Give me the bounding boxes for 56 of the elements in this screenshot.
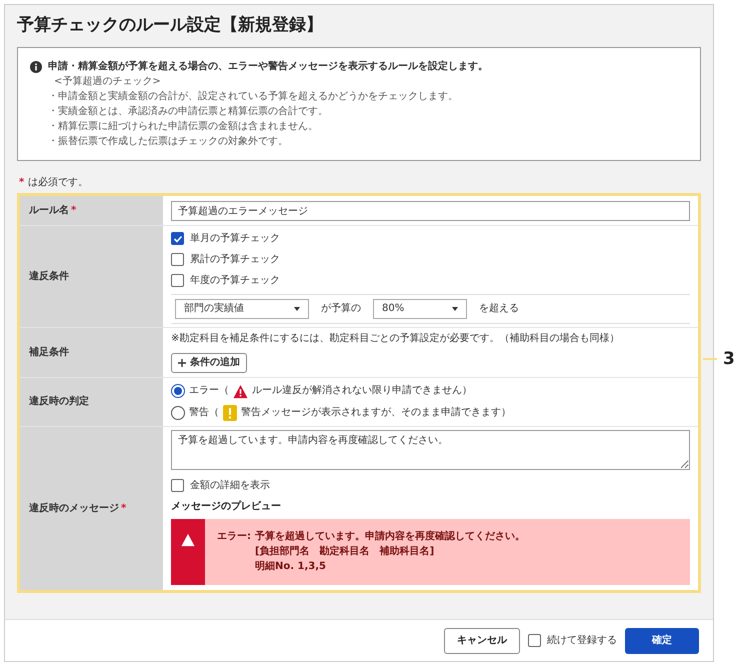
checkbox[interactable] [171, 479, 184, 492]
checkmark-icon [172, 234, 182, 244]
radio-label: エラー（ [189, 385, 229, 398]
radio-label: 警告（ [189, 407, 219, 420]
confirm-button[interactable]: 確定 [625, 628, 699, 654]
label-text: 違反条件 [29, 270, 69, 283]
checkbox-label: 金額の詳細を表示 [190, 480, 270, 492]
condition-text: を超える [479, 303, 519, 316]
label-text: 補足条件 [29, 346, 69, 359]
info-subheading: <予算超過のチェック> [53, 75, 162, 90]
required-mark: * [121, 502, 126, 515]
callout-number: 3 [723, 349, 735, 370]
checkbox-label: 累計の予算チェック [190, 254, 280, 266]
checkbox[interactable] [171, 232, 184, 246]
checkbox-label: 続けて登録する [547, 634, 617, 646]
radio-note: ルール違反が解消されない限り申請できません） [252, 385, 472, 398]
add-condition-button[interactable]: 条件の追加 [171, 352, 247, 373]
warning-icon [233, 384, 248, 399]
info-bullet: ・精算伝票に紐づけられた申請伝票の金額は含まれません。 [48, 120, 319, 134]
supplement-note: ※勘定科目を補足条件にするには、勘定科目ごとの予算設定が必要です。（補助科目の場合も同様） [171, 332, 620, 345]
preview-line: 予算を超過しています。申請内容を再度確認してください。 [255, 529, 525, 544]
rule-name-field[interactable]: 予算超過のエラーメッセージ [171, 200, 690, 221]
plus-icon [178, 358, 186, 367]
checkbox-label: 年度の予算チェック [190, 274, 280, 287]
label-text: 違反時のメッセージ [29, 502, 119, 515]
page-title: 予算チェックのルール設定【新規登録】 [17, 15, 324, 36]
checkbox[interactable] [171, 253, 184, 266]
radio-button[interactable] [171, 406, 185, 420]
required-note: は必須です。 [28, 177, 88, 190]
message-field[interactable]: 予算を超過しています。申請内容を再度確認してください。 [171, 430, 690, 470]
label-text: 違反時の判定 [29, 396, 89, 408]
preview-heading: メッセージのプレビュー [171, 501, 282, 514]
info-bullet: ・振替伝票で作成した伝票はチェックの対象外です。 [48, 135, 289, 150]
percent-select[interactable]: 80% [373, 299, 467, 320]
checkbox[interactable] [171, 274, 184, 288]
info-headline: 申請・精算金額が予算を超える場合の、エラーや警告メッセージを表示するルールを設定します。 [48, 60, 488, 74]
required-mark: * [19, 177, 24, 190]
required-mark: * [71, 204, 76, 217]
basis-select[interactable]: 部門の実績値 [175, 299, 309, 320]
info-bullet: ・実績金額とは、承認済みの申請伝票と精算伝票の合計です。 [48, 105, 329, 120]
condition-text: が予算の [321, 303, 361, 316]
preview-line: [負担部門名 勘定科目名 補助科目名] [255, 544, 436, 560]
label-text: ルール名 [29, 204, 69, 217]
radio-button[interactable] [171, 384, 185, 398]
cancel-button[interactable]: キャンセル [444, 628, 520, 654]
info-icon [30, 61, 42, 74]
exclamation-icon [223, 405, 237, 422]
checkbox[interactable] [528, 634, 541, 647]
warning-icon [181, 533, 195, 548]
checkbox-label: 単月の予算チェック [190, 232, 280, 245]
caret-icon [452, 307, 458, 312]
radio-note: 警告メッセージが表示されますが、そのまま申請できます） [241, 407, 511, 420]
info-bullet: ・申請金額と実績金額の合計が、設定されている予算を超えるかどうかをチェックします。 [48, 90, 459, 104]
preview-prefix: エラー: [217, 530, 251, 544]
caret-icon [294, 307, 300, 312]
preview-line: 明細No. 1,3,5 [255, 560, 327, 574]
